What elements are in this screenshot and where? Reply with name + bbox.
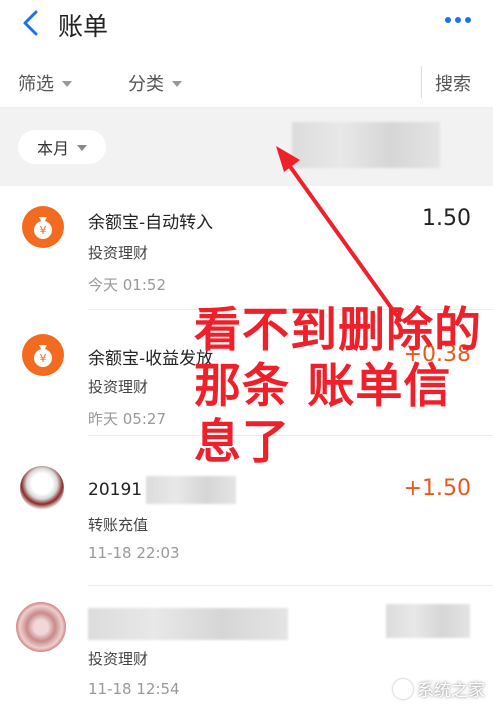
month-label: 本月 [36,139,69,158]
transaction-time: 11-18 12:54 [88,680,180,698]
search-button[interactable]: 搜索 [435,70,471,96]
filter-bar: 筛选 分类 搜索 [0,56,493,108]
transaction-time: 昨天 05:27 [88,410,166,428]
caret-down-icon [77,145,87,151]
svg-text:¥: ¥ [40,352,47,365]
annotation-text: 看不到删除的 那条 账单信 息了 [194,303,493,471]
blurred-amount [386,604,470,638]
category-label: 分类 [128,74,164,95]
transaction-title: 20191 [88,480,143,500]
more-options-icon[interactable] [445,17,471,25]
filter-label: 筛选 [18,74,54,95]
month-section: 本月 [0,108,493,186]
transaction-title: 余额宝-自动转入 [88,213,214,233]
annotation-line: 看不到删除的 [194,303,482,358]
watermark-logo-icon [393,678,413,699]
back-arrow-icon[interactable] [20,8,42,38]
caret-down-icon [62,81,72,87]
yuebao-coin-bag-icon: ¥ [22,334,64,376]
transaction-amount: 1.50 [422,206,471,231]
page-title: 账单 [58,12,109,41]
transaction-row[interactable]: ¥ 余额宝-自动转入 投资理财 今天 01:52 1.50 [0,186,493,310]
filter-dropdown[interactable]: 筛选 [18,70,72,96]
watermark: 系统之家 [393,676,485,701]
filter-divider [421,66,422,98]
annotation-line: 息了 [194,415,290,470]
transaction-category: 转账充值 [88,516,149,534]
transaction-category: 投资理财 [88,378,149,396]
yuebao-coin-bag-icon: ¥ [22,206,64,248]
svg-text:¥: ¥ [40,224,47,237]
transaction-amount: +1.50 [403,476,471,501]
app-header: 账单 [0,0,493,50]
blurred-title [146,476,236,504]
blurred-summary [292,122,440,168]
blurred-avatar-icon [20,466,64,510]
annotation-line: 那条 账单信 [194,359,452,414]
transaction-time: 11-18 22:03 [88,544,180,562]
transaction-category: 投资理财 [88,244,149,262]
blurred-avatar-icon [16,602,66,652]
watermark-text: 系统之家 [417,681,485,701]
category-dropdown[interactable]: 分类 [128,70,182,96]
month-selector[interactable]: 本月 [18,130,106,164]
transaction-time: 今天 01:52 [88,276,166,294]
blurred-title [88,608,288,640]
caret-down-icon [172,81,182,87]
transaction-category: 投资理财 [88,650,149,668]
